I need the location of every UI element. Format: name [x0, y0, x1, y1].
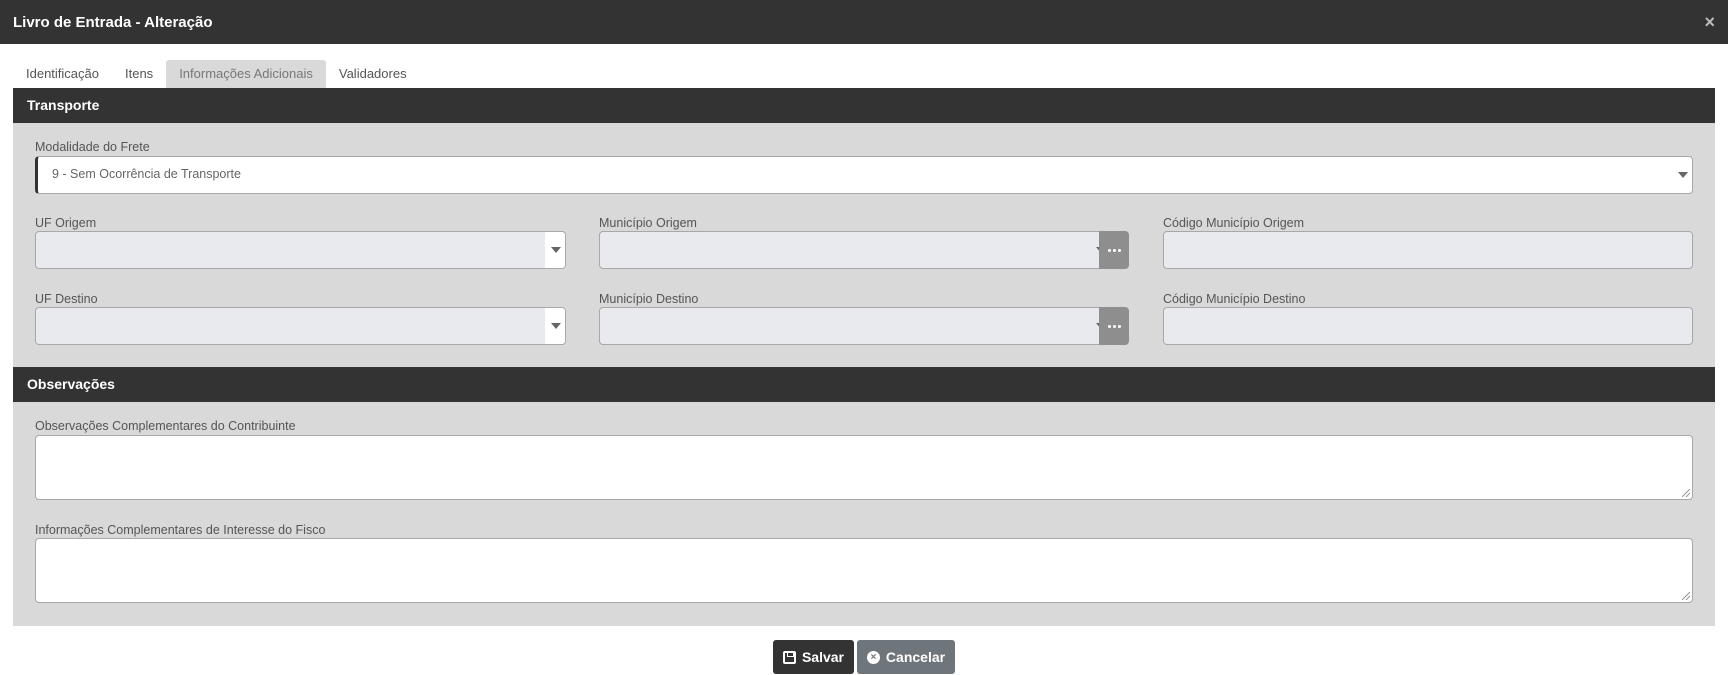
informacoes-fisco-textarea[interactable]	[35, 538, 1693, 603]
observacoes-heading: Observações	[13, 367, 1715, 402]
save-button-label: Salvar	[801, 649, 845, 665]
resize-handle-icon[interactable]	[1682, 489, 1690, 497]
cancel-circle-icon: ×	[866, 650, 880, 664]
municipio-origem-select[interactable]	[599, 231, 1111, 269]
floppy-disk-icon	[782, 650, 796, 664]
tab-validadores[interactable]: Validadores	[326, 60, 420, 88]
tab-itens[interactable]: Itens	[112, 60, 166, 88]
municipio-destino-select[interactable]	[599, 307, 1111, 345]
transporte-heading: Transporte	[13, 88, 1715, 123]
cancel-button[interactable]: × Cancelar	[857, 640, 955, 674]
chevron-down-icon	[551, 323, 561, 329]
uf-destino-select[interactable]	[35, 307, 566, 345]
modalidade-frete-label: Modalidade do Frete	[35, 140, 150, 154]
close-icon[interactable]: ×	[1704, 13, 1715, 31]
codigo-municipio-destino-field[interactable]	[1163, 307, 1693, 345]
resize-handle-icon[interactable]	[1682, 592, 1690, 600]
observacoes-contribuinte-textarea[interactable]	[35, 435, 1693, 500]
municipio-origem-label: Município Origem	[599, 216, 697, 230]
window-title: Livro de Entrada - Alteração	[13, 13, 213, 31]
municipio-destino-search-button[interactable]	[1099, 307, 1129, 345]
uf-origem-label: UF Origem	[35, 216, 97, 230]
informacoes-fisco-label: Informações Complementares de Interesse …	[35, 523, 326, 537]
codigo-municipio-origem-field[interactable]	[1163, 231, 1693, 269]
modalidade-frete-value: 9 - Sem Ocorrência de Transporte	[52, 167, 241, 181]
uf-destino-label: UF Destino	[35, 292, 98, 306]
modalidade-frete-select[interactable]: 9 - Sem Ocorrência de Transporte	[35, 156, 1693, 194]
municipio-destino-label: Município Destino	[599, 292, 699, 306]
tab-bar: Identificação Itens Informações Adiciona…	[13, 60, 420, 88]
observacoes-contribuinte-label: Observações Complementares do Contribuin…	[35, 419, 296, 433]
codigo-municipio-origem-label: Código Município Origem	[1163, 216, 1305, 230]
chevron-down-icon	[551, 247, 561, 253]
chevron-down-icon	[1678, 172, 1688, 178]
codigo-municipio-destino-label: Código Município Destino	[1163, 292, 1306, 306]
save-button[interactable]: Salvar	[773, 640, 854, 674]
municipio-origem-search-button[interactable]	[1099, 231, 1129, 269]
tab-identificacao[interactable]: Identificação	[13, 60, 112, 88]
observacoes-section: Observações Observações Complementares d…	[13, 367, 1715, 626]
tab-informacoes-adicionais[interactable]: Informações Adicionais	[166, 60, 326, 88]
transporte-section: Transporte Modalidade do Frete 9 - Sem O…	[13, 88, 1715, 367]
cancel-button-label: Cancelar	[885, 649, 946, 665]
uf-origem-select[interactable]	[35, 231, 566, 269]
window-titlebar: Livro de Entrada - Alteração ×	[0, 0, 1728, 44]
